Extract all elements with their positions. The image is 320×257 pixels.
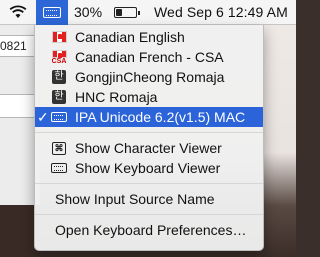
menu-separator bbox=[35, 183, 263, 184]
menu-item-label: Show Keyboard Viewer bbox=[75, 160, 221, 176]
menu-item-label: GongjinCheong Romaja bbox=[75, 69, 225, 85]
canada-flag-icon bbox=[51, 30, 67, 45]
keyboard-viewer-icon bbox=[51, 161, 67, 176]
menu-item-canadian-french-csa[interactable]: CSA Canadian French - CSA bbox=[35, 47, 263, 67]
wifi-icon bbox=[9, 5, 27, 18]
checkmark-icon: ✓ bbox=[37, 108, 49, 125]
menu-item-show-character-viewer[interactable]: ⌘ Show Character Viewer bbox=[35, 138, 263, 158]
battery-percentage: 30% bbox=[74, 4, 103, 20]
battery-icon bbox=[114, 6, 140, 18]
csa-badge: CSA bbox=[51, 57, 67, 65]
keyboard-icon bbox=[43, 6, 61, 18]
input-source-menu-button[interactable] bbox=[36, 0, 68, 25]
menu-item-show-keyboard-viewer[interactable]: Show Keyboard Viewer bbox=[35, 158, 263, 178]
menu-item-open-keyboard-preferences[interactable]: Open Keyboard Preferences… bbox=[35, 220, 263, 240]
canada-flag-csa-icon: CSA bbox=[51, 49, 67, 65]
menu-item-canadian-english[interactable]: Canadian English bbox=[35, 27, 263, 47]
menu-item-label: Open Keyboard Preferences… bbox=[55, 222, 247, 238]
battery-fill bbox=[116, 8, 122, 16]
menu-separator bbox=[35, 132, 263, 133]
menu-item-show-input-source-name[interactable]: Show Input Source Name bbox=[35, 189, 263, 209]
menu-item-label: Canadian French - CSA bbox=[75, 49, 224, 65]
menu-bar: 30% Wed Sep 6 12:49 AM bbox=[0, 0, 296, 25]
menu-item-label: Show Character Viewer bbox=[75, 140, 222, 156]
menu-item-hnc-romaja[interactable]: 한 HNC Romaja bbox=[35, 87, 263, 107]
menu-item-label: IPA Unicode 6.2(v1.5) MAC bbox=[75, 109, 246, 125]
character-viewer-icon: ⌘ bbox=[51, 141, 67, 156]
menu-bar-clock[interactable]: Wed Sep 6 12:49 AM bbox=[148, 0, 288, 25]
hangul-icon: 한 bbox=[51, 70, 67, 85]
input-source-menu: Canadian English CSA Canadian French - C… bbox=[34, 25, 264, 251]
menu-item-label: HNC Romaja bbox=[75, 89, 158, 105]
battery-status-item[interactable] bbox=[114, 0, 148, 25]
menu-separator bbox=[35, 214, 263, 215]
wifi-status-item[interactable] bbox=[0, 0, 36, 25]
hangul-icon: 한 bbox=[51, 90, 67, 105]
menu-item-label: Show Input Source Name bbox=[55, 191, 215, 207]
keyboard-icon bbox=[51, 110, 67, 125]
menu-item-ipa-unicode[interactable]: ✓ IPA Unicode 6.2(v1.5) MAC bbox=[35, 107, 263, 127]
menu-item-gongjincheong-romaja[interactable]: 한 GongjinCheong Romaja bbox=[35, 67, 263, 87]
menu-item-label: Canadian English bbox=[75, 29, 185, 45]
